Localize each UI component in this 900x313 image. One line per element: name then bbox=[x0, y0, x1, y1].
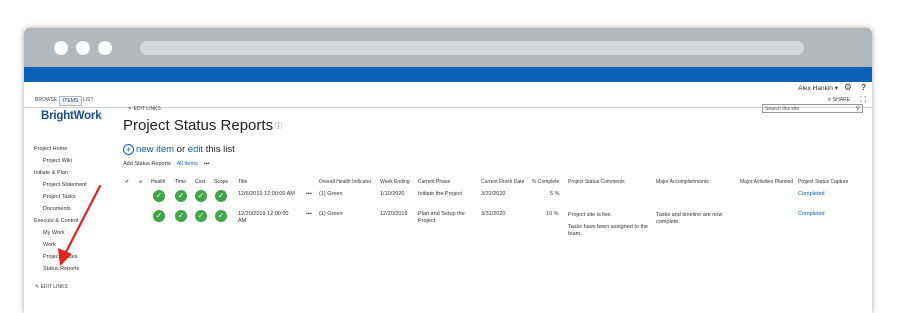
annotation-arrow bbox=[58, 184, 102, 266]
